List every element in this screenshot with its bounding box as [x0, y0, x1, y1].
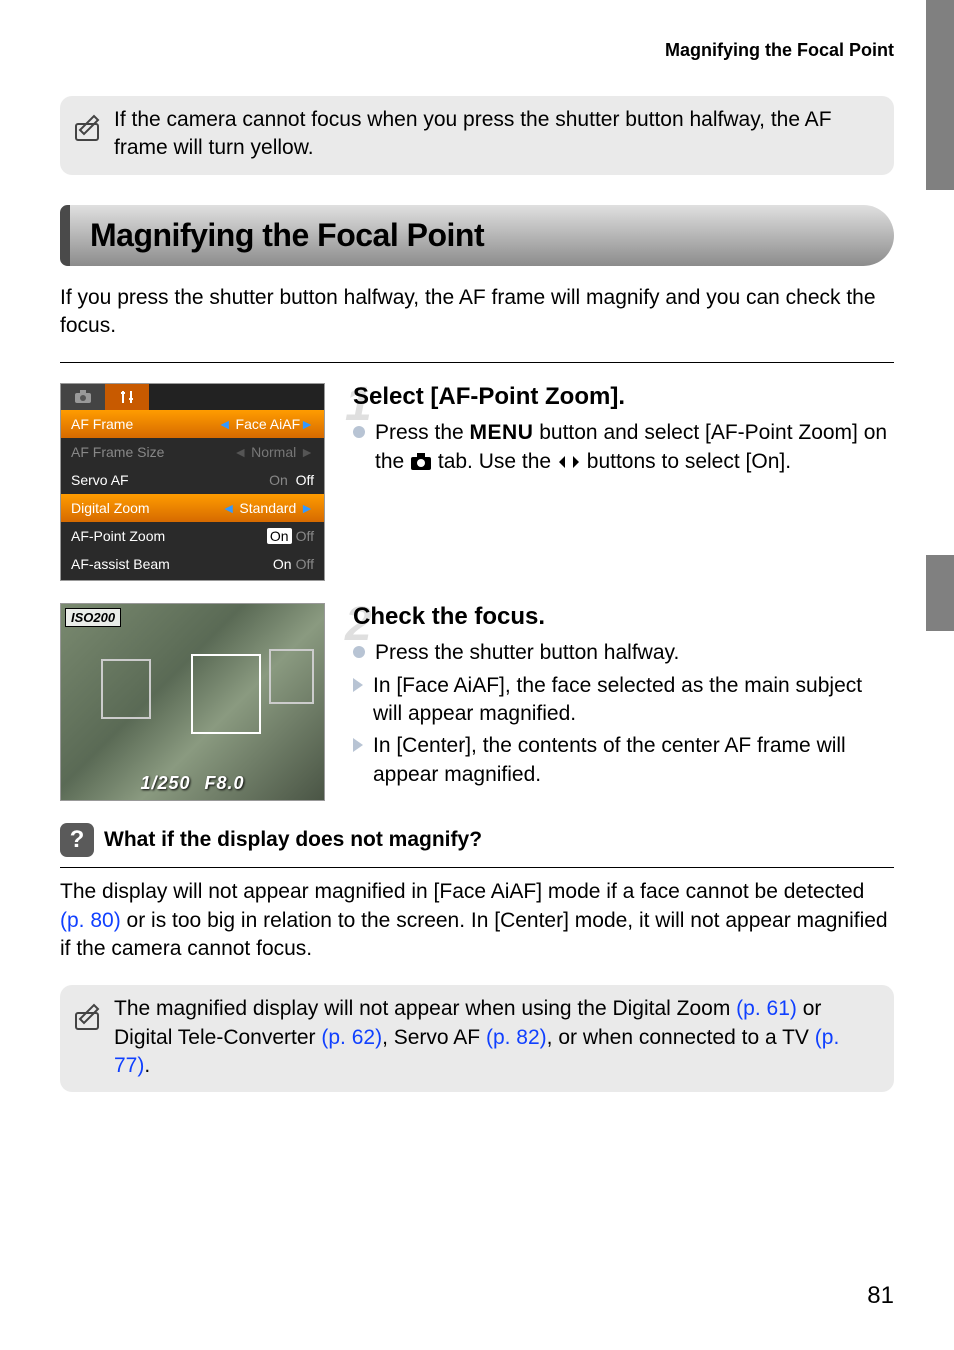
menu-row-af-frame-size: AF Frame Size ◄ Normal ►	[61, 438, 324, 466]
note-box: If the camera cannot focus when you pres…	[60, 96, 894, 175]
pencil-note-icon	[70, 999, 104, 1033]
menu-row-servo-af: Servo AF On Off	[61, 466, 324, 494]
step-2-row: ISO200 1/250 F8.0 2 Check the focus. Pre…	[60, 603, 894, 801]
menu-value: ◄ Face AiAF ►	[218, 416, 314, 432]
menu-label: AF-assist Beam	[71, 556, 170, 572]
bullet-arrow-icon	[353, 738, 363, 752]
menu-button-label: MENU	[470, 421, 534, 444]
qa-header: ? What if the display does not magnify?	[60, 823, 894, 868]
page-link[interactable]: (p. 82)	[486, 1026, 547, 1049]
menu-value: On Off	[269, 472, 314, 488]
note-text: If the camera cannot focus when you pres…	[114, 106, 876, 163]
step-1-body: Press the MENU button and select [AF-Poi…	[353, 419, 894, 476]
text: Press the	[375, 421, 470, 444]
menu-label: Digital Zoom	[71, 500, 150, 516]
text: or is too big in relation to the screen.…	[60, 909, 888, 960]
qa-body: The display will not appear magnified in…	[60, 878, 894, 963]
menu-row-digital-zoom: Digital Zoom ◄ Standard ►	[61, 494, 324, 522]
bullet-arrow-icon	[353, 678, 363, 692]
page-link[interactable]: (p. 80)	[60, 909, 121, 932]
step-2-title: Check the focus.	[353, 603, 894, 631]
aperture: F8.0	[205, 773, 245, 794]
camera-tab-icon	[61, 384, 105, 410]
breadcrumb: Magnifying the Focal Point	[60, 40, 894, 61]
note-box-2: The magnified display will not appear wh…	[60, 985, 894, 1092]
page-number: 81	[867, 1282, 894, 1310]
tools-tab-icon	[105, 384, 149, 410]
page-link[interactable]: (p. 61)	[736, 997, 797, 1020]
face-frame	[269, 649, 314, 704]
menu-value: OnOff	[267, 528, 314, 544]
menu-label: AF-Point Zoom	[71, 528, 165, 544]
question-icon: ?	[60, 823, 94, 857]
menu-row-af-assist-beam: AF-assist Beam OnOff	[61, 550, 324, 578]
face-frame-main	[191, 654, 261, 734]
step-2-bullet-3: In [Center], the contents of the center …	[353, 732, 894, 789]
text: In [Center], the contents of the center …	[373, 732, 894, 789]
exposure-readout: 1/250 F8.0	[140, 773, 244, 794]
intro-text: If you press the shutter button halfway,…	[60, 284, 894, 341]
text: , or when connected to a TV	[547, 1026, 815, 1049]
menu-row-af-frame: AF Frame ◄ Face AiAF ►	[61, 410, 324, 438]
qa-title: What if the display does not magnify?	[104, 828, 482, 852]
text: buttons to select [On].	[581, 450, 791, 473]
iso-badge: ISO200	[65, 608, 121, 627]
text: The display will not appear magnified in…	[60, 880, 864, 903]
face-frame	[101, 659, 151, 719]
step-1-row: AF Frame ◄ Face AiAF ► AF Frame Size ◄ N…	[60, 383, 894, 581]
menu-value: ◄ Normal ►	[233, 444, 314, 460]
text: tab. Use the	[432, 450, 557, 473]
menu-screenshot: AF Frame ◄ Face AiAF ► AF Frame Size ◄ N…	[60, 383, 325, 581]
camera-icon	[410, 453, 432, 471]
text: .	[144, 1054, 150, 1077]
note-2-text: The magnified display will not appear wh…	[114, 995, 876, 1080]
menu-label: AF Frame Size	[71, 444, 164, 460]
menu-row-af-point-zoom: AF-Point Zoom OnOff	[61, 522, 324, 550]
menu-value: OnOff	[273, 556, 314, 572]
text: The magnified display will not appear wh…	[114, 997, 736, 1020]
step-1-title: Select [AF-Point Zoom].	[353, 383, 894, 411]
left-right-arrows-icon	[557, 453, 581, 471]
divider	[60, 362, 894, 363]
page-link[interactable]: (p. 62)	[321, 1026, 382, 1049]
photo-screenshot: ISO200 1/250 F8.0	[60, 603, 325, 801]
pencil-note-icon	[70, 110, 104, 144]
text: , Servo AF	[382, 1026, 486, 1049]
menu-value: ◄ Standard ►	[222, 500, 314, 516]
shutter-speed: 1/250	[140, 773, 190, 794]
section-title: Magnifying the Focal Point	[90, 217, 874, 254]
text: In [Face AiAF], the face selected as the…	[373, 672, 894, 729]
text: Press the shutter button halfway.	[375, 639, 679, 667]
section-header: Magnifying the Focal Point	[60, 205, 894, 266]
menu-label: AF Frame	[71, 416, 133, 432]
step-2-bullet-1: Press the shutter button halfway.	[353, 639, 894, 667]
menu-label: Servo AF	[71, 472, 129, 488]
step-2-bullet-2: In [Face AiAF], the face selected as the…	[353, 672, 894, 729]
